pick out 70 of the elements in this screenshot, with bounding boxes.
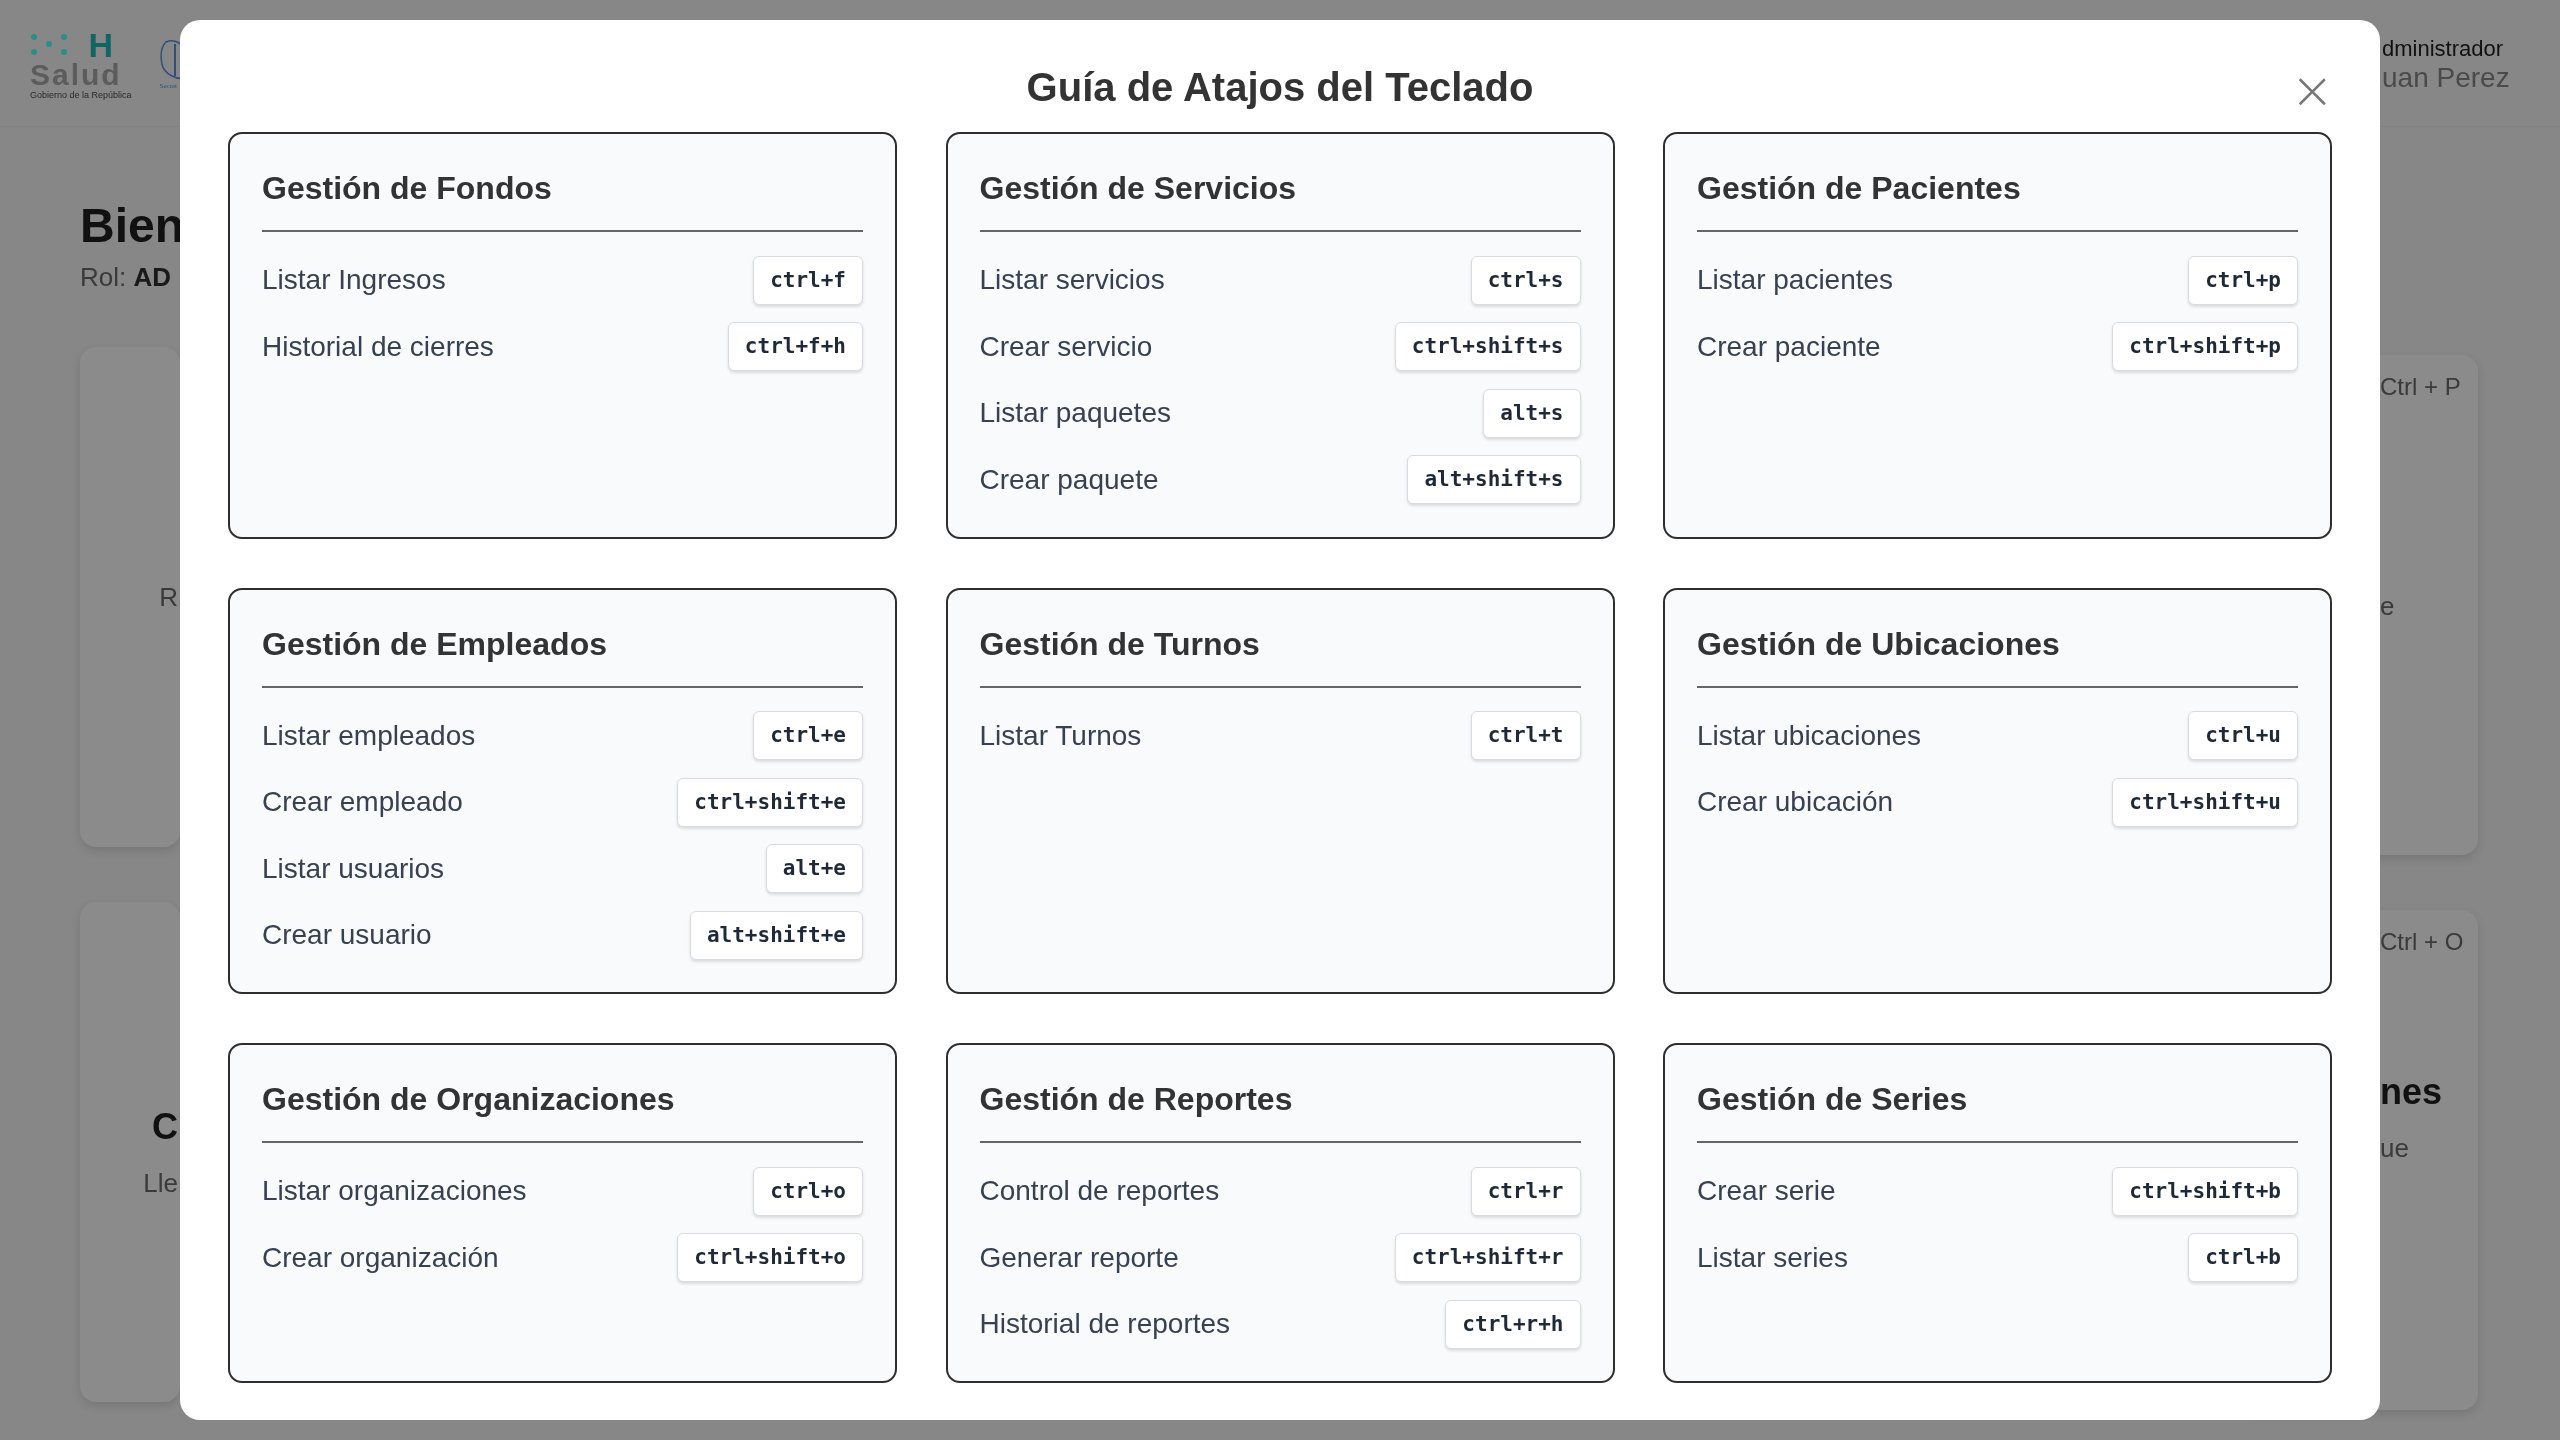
shortcut-label: Crear servicio: [979, 330, 1153, 363]
key-combination: ctrl+f+h: [727, 322, 863, 371]
shortcut-label: Crear paquete: [979, 463, 1159, 496]
section-title: Gestión de Ubicaciones: [1697, 623, 2298, 688]
shortcut-label: Listar usuarios: [262, 852, 445, 885]
key-combination: ctrl+p: [2188, 255, 2298, 305]
user-role: dministrador: [2382, 36, 2505, 62]
card-text: ue: [2380, 1133, 2410, 1164]
key-combination: ctrl+f: [753, 255, 863, 305]
key-combination: ctrl+shift+s: [1394, 322, 1581, 371]
shortcut-label: Listar empleados: [262, 719, 476, 752]
shortcut-label: Listar Turnos: [979, 719, 1142, 752]
key-combination: ctrl+t: [1470, 711, 1581, 760]
key-combination: ctrl+b: [2188, 1233, 2298, 1282]
shortcut-label: Crear empleado: [262, 786, 463, 818]
logo-letter: H: [88, 30, 114, 60]
shortcut-label: Crear ubicación: [1697, 786, 1894, 818]
card-text: Lle: [143, 1167, 178, 1199]
shortcut-label: Listar ubicaciones: [1697, 719, 1922, 752]
key-combination: ctrl+o: [753, 1166, 863, 1216]
shortcut-label: Historial de cierres: [262, 330, 494, 363]
key-combination: ctrl+shift+b: [2112, 1166, 2298, 1216]
card-title: C: [152, 1105, 178, 1148]
key-combination: alt+s: [1483, 388, 1581, 438]
section-title: Gestión de Pacientes: [1697, 168, 2298, 232]
key-combination: ctrl+shift+o: [677, 1233, 863, 1282]
logo-subtitle: Gobierno de la República: [30, 90, 132, 100]
section-title: Gestión de Reportes: [979, 1079, 1581, 1143]
key-combination: alt+e: [765, 844, 863, 893]
shortcut-label: Crear usuario: [262, 919, 432, 951]
section-title: Gestión de Turnos: [979, 623, 1581, 688]
shortcut-label: Crear serie: [1697, 1175, 1836, 1207]
card-title: nes: [2380, 1071, 2444, 1113]
key-combination: ctrl+shift+p: [2112, 322, 2298, 371]
shortcut-label: Crear paciente: [1697, 330, 1881, 363]
shortcut-label: Listar paquetes: [979, 397, 1171, 429]
section-title: Gestión de Servicios: [979, 168, 1581, 232]
key-combination: ctrl+shift+r: [1394, 1233, 1581, 1282]
shortcut-label: Generar reporte: [979, 1241, 1179, 1274]
key-combination: alt+shift+e: [689, 910, 863, 960]
shortcut-hint: Ctrl + P: [2380, 373, 2462, 401]
key-combination: ctrl+r+h: [1445, 1299, 1581, 1349]
role-text: Rol: AD: [80, 262, 172, 293]
key-combination: ctrl+s: [1470, 255, 1581, 305]
shortcut-label: Crear organización: [262, 1241, 499, 1274]
key-combination: ctrl+u: [2188, 711, 2298, 760]
card-text: e: [2380, 591, 2396, 622]
user-name: uan Perez: [2382, 62, 2510, 94]
shortcut-label: Listar servicios: [979, 264, 1165, 296]
key-combination: ctrl+shift+u: [2112, 777, 2298, 827]
key-combination: alt+shift+s: [1407, 455, 1581, 504]
section-title: Gestión de Organizaciones: [262, 1079, 863, 1143]
section-title: Gestión de Empleados: [262, 623, 863, 688]
shortcut-label: Listar organizaciones: [262, 1175, 527, 1207]
shortcut-label: Listar pacientes: [1697, 264, 1894, 296]
section-title: Gestión de Fondos: [262, 168, 863, 232]
key-combination: ctrl+r: [1470, 1166, 1581, 1216]
shortcut-hint: Ctrl + O: [2380, 928, 2465, 956]
shortcut-label: Historial de reportes: [979, 1308, 1231, 1340]
card-text: R: [159, 581, 178, 613]
shortcut-label: Listar Ingresos: [262, 264, 446, 296]
shortcut-label: Control de reportes: [979, 1175, 1220, 1207]
key-combination: ctrl+e: [753, 711, 863, 760]
key-combination: ctrl+shift+e: [677, 777, 863, 827]
shortcut-label: Listar series: [1697, 1241, 1848, 1274]
dialog-title: Guía de Atajos del Teclado: [1026, 64, 1534, 111]
section-title: Gestión de Series: [1697, 1079, 2298, 1143]
welcome-heading: Bien: [80, 198, 184, 254]
close-button[interactable]: ×: [2286, 66, 2338, 114]
stars-icon: [30, 32, 68, 58]
